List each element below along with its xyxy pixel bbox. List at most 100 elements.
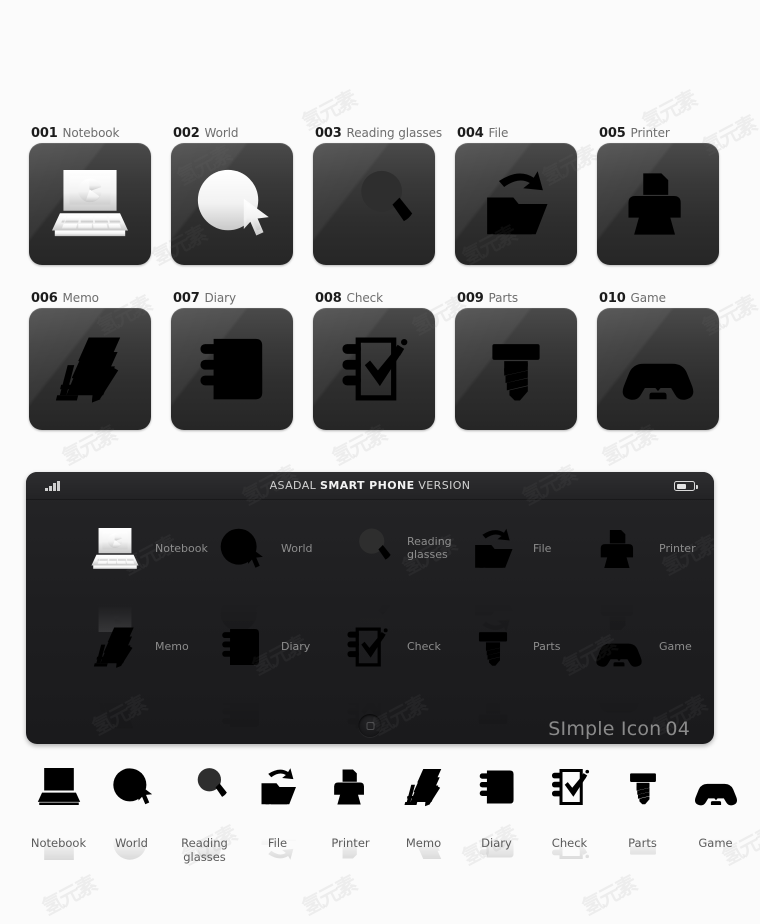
title-suffix: VERSION (414, 479, 471, 492)
tile-label: Parts (488, 291, 519, 305)
world-icon (210, 518, 272, 632)
phone-title: ASADAL SMART PHONE VERSION (26, 472, 714, 499)
brand-number: 04 (665, 718, 690, 740)
game-icon (679, 760, 752, 863)
tile-002[interactable]: 002 World (171, 122, 313, 265)
title-prefix: ASADAL (269, 479, 321, 492)
file-icon (241, 760, 314, 860)
strip-item-memo[interactable]: Memo (387, 760, 460, 865)
phone-app-label: Printer (659, 541, 696, 555)
diary-icon (210, 616, 272, 727)
phone-app-check[interactable]: Check (336, 616, 462, 729)
strip-item-label: Memo (405, 836, 442, 850)
game-icon (588, 616, 650, 733)
phone-app-label: Parts (533, 639, 561, 653)
check-icon (336, 616, 398, 729)
tile-number: 002 (173, 126, 200, 141)
strip-item-check[interactable]: Check (533, 760, 606, 865)
memo-icon (84, 616, 146, 729)
printer-icon (314, 760, 387, 859)
title-bold: SMART PHONE (320, 479, 415, 492)
phone-app-label: Diary (281, 639, 311, 653)
bottom-icon-strip: Notebook World Reading glasses File Print… (0, 760, 760, 865)
strip-item-printer[interactable]: Printer (314, 760, 387, 865)
tile-006[interactable]: 006 Memo (29, 287, 171, 430)
phone-app-label: Memo (155, 639, 189, 653)
tile-004[interactable]: 004 File (455, 122, 597, 265)
phone-app-printer[interactable]: Printer (588, 518, 714, 630)
printer-icon (588, 518, 650, 630)
strip-item-world[interactable]: World (95, 760, 168, 865)
tile-header: 008 Check (313, 287, 455, 308)
tile-label: Check (346, 291, 384, 305)
world-icon[interactable] (171, 143, 293, 265)
tile-number: 004 (457, 126, 484, 141)
printer-icon[interactable] (597, 143, 719, 265)
notebook-icon (84, 518, 146, 633)
phone-app-notebook[interactable]: Notebook (84, 518, 210, 633)
phone-app-row: Notebook World Reading glasses File Prin… (26, 500, 714, 633)
check-icon[interactable] (313, 308, 435, 430)
tile-header: 001 Notebook (29, 122, 171, 143)
tile-005[interactable]: 005 Printer (597, 122, 739, 265)
tile-number: 008 (315, 291, 342, 306)
diary-icon[interactable] (171, 308, 293, 430)
phone-app-memo[interactable]: Memo (84, 616, 210, 729)
tile-number: 001 (31, 126, 58, 141)
phone-app-world[interactable]: World (210, 518, 336, 632)
tile-label: Printer (630, 126, 670, 140)
tile-label: Notebook (62, 126, 120, 140)
strip-item-parts[interactable]: Parts (606, 760, 679, 865)
home-button[interactable] (358, 714, 382, 737)
phone-app-label: Reading glasses (407, 535, 452, 561)
watermark: 氢元素 (298, 871, 360, 920)
strip-item-label: Diary (481, 836, 512, 850)
tile-number: 010 (599, 291, 626, 306)
tile-008[interactable]: 008 Check (313, 287, 455, 430)
phone-app-file[interactable]: File (462, 518, 588, 632)
tile-row: 006 Memo 007 Diary 008 Check 009 Parts 0… (0, 287, 760, 430)
check-icon (533, 760, 606, 859)
reading-glasses-icon[interactable] (313, 143, 435, 265)
watermark: 氢元素 (38, 871, 100, 920)
file-icon[interactable] (455, 143, 577, 265)
phone-app-label: Notebook (155, 541, 208, 555)
smartphone-mockup: ASADAL SMART PHONE VERSION Notebook Worl… (26, 472, 714, 744)
world-icon (95, 760, 168, 860)
battery-icon (674, 481, 698, 491)
tile-003[interactable]: 003 Reading glasses (313, 122, 455, 265)
phone-app-parts[interactable]: Parts (462, 616, 588, 724)
strip-item-game[interactable]: Game (679, 760, 752, 865)
tile-010[interactable]: 010 Game (597, 287, 739, 430)
parts-icon[interactable] (455, 308, 577, 430)
strip-item-diary[interactable]: Diary (460, 760, 533, 865)
phone-brand: SImple Icon 04 (544, 718, 690, 740)
tile-007[interactable]: 007 Diary (171, 287, 313, 430)
tile-number: 007 (173, 291, 200, 306)
reading-glasses-icon (168, 760, 241, 860)
strip-item-reading-glasses[interactable]: Reading glasses (168, 760, 241, 865)
tile-009[interactable]: 009 Parts (455, 287, 597, 430)
phone-status-bar: ASADAL SMART PHONE VERSION (26, 472, 714, 500)
phone-app-game[interactable]: Game (588, 616, 714, 733)
strip-item-label: Parts (628, 836, 657, 850)
strip-item-notebook[interactable]: Notebook (22, 760, 95, 865)
tile-number: 005 (599, 126, 626, 141)
memo-icon[interactable] (29, 308, 151, 430)
phone-app-reading-glasses[interactable]: Reading glasses (336, 518, 462, 632)
strip-item-label: Printer (331, 836, 370, 850)
tile-number: 003 (315, 126, 342, 141)
game-icon[interactable] (597, 308, 719, 430)
notebook-icon[interactable] (29, 143, 151, 265)
strip-item-file[interactable]: File (241, 760, 314, 865)
strip-item-label: World (115, 836, 148, 850)
tile-number: 006 (31, 291, 58, 306)
tile-001[interactable]: 001 Notebook (29, 122, 171, 265)
memo-icon (387, 760, 460, 859)
phone-app-diary[interactable]: Diary (210, 616, 336, 727)
parts-icon (606, 760, 679, 855)
diary-icon (460, 760, 533, 858)
tile-number: 009 (457, 291, 484, 306)
phone-app-label: File (533, 541, 552, 555)
watermark: 氢元素 (578, 871, 640, 920)
